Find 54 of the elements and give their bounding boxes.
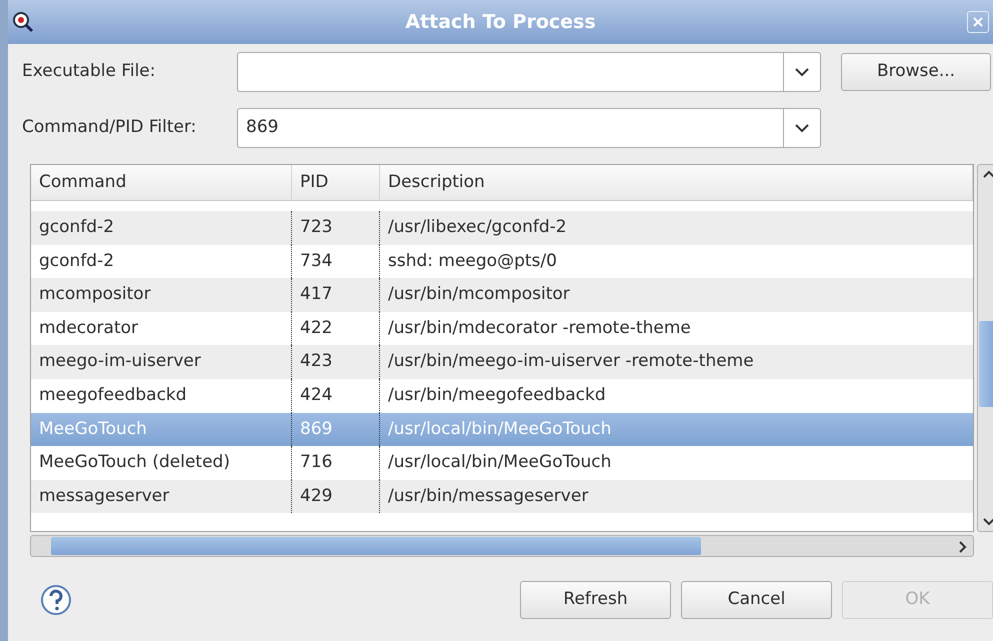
table-cell-text: messageserver [39,484,170,508]
table-cell-text: 423 [300,350,332,374]
dropdown-button[interactable] [783,52,821,92]
table-cell-text: meego-im-uiserver [39,350,201,374]
table-cell-text: /usr/libexec/gconfd-2 [388,216,567,240]
filter-field[interactable]: 869 [237,108,783,148]
dialog-button[interactable]: Cancel [681,581,832,619]
table-row[interactable]: gconfd-2 723 /usr/libexec/gconfd-2 [31,211,973,245]
table-cell-text: mdecorator [39,316,138,340]
table-cell-text: MeeGoTouch [39,418,147,441]
table-cell-text: 417 [300,283,332,306]
dialog-button[interactable]: Refresh [520,581,671,619]
table-cell-text: MeeGoTouch (deleted) [39,451,230,474]
vertical-scrollbar[interactable] [977,164,993,532]
table-cell-text: /usr/bin/meego-im-uiserver -remote-theme [388,350,754,374]
table-cell-text: /usr/bin/meegofeedbackd [388,384,606,408]
column-header[interactable]: Command [39,170,126,196]
table-cell-text: meegofeedbackd [39,384,187,408]
table-cell-text: 716 [300,451,332,474]
column-header[interactable]: Description [388,170,485,196]
table-cell-text: /usr/bin/mdecorator -remote-theme [388,316,691,340]
scrollbar-thumb[interactable] [979,321,993,407]
table-cell-text: gconfd-2 [39,216,114,240]
table-cell-text: 734 [300,250,332,273]
table-row[interactable]: mcompositor 417 /usr/bin/mcompositor [31,278,973,312]
dropdown-button[interactable] [783,108,821,148]
column-header[interactable]: PID [300,170,328,196]
table-cell-text: sshd: meego@pts/0 [388,250,557,273]
table-cell-text: mcompositor [39,283,151,306]
browse-button[interactable]: Browse... [841,53,991,91]
table-cell-text: /usr/bin/mcompositor [388,283,570,306]
chevron-down-icon [795,124,809,132]
field-label: Command/PID Filter: [22,116,198,140]
window-title: Attach To Process [404,10,597,35]
table-cell-text: /usr/local/bin/MeeGoTouch [388,451,612,474]
table-cell-text: 422 [300,316,332,340]
close-button[interactable] [967,11,989,33]
executable-file-field[interactable] [237,52,783,92]
table-row[interactable]: messageserver 429 /usr/bin/messageserver [31,480,973,514]
table-cell-text: 723 [300,216,332,240]
table-row[interactable]: meego-im-uiserver 423 /usr/bin/meego-im-uiserver -remote-theme [31,345,973,379]
table-cell-text: 869 [300,418,332,441]
help-icon[interactable] [40,584,72,616]
table-cell-text: 429 [300,484,332,508]
close-icon [972,16,984,28]
chevron-down-icon [795,68,809,76]
table-cell-text: 424 [300,384,332,408]
field-label: Executable File: [22,60,156,84]
table-cell-text: /usr/bin/messageserver [388,484,588,508]
scrollbar-thumb[interactable] [51,537,701,555]
table-cell-text: gconfd-2 [39,250,114,273]
bug-magnifier-icon [12,11,34,33]
horizontal-scrollbar[interactable] [30,535,974,557]
table-cell-text: /usr/local/bin/MeeGoTouch [388,418,612,441]
